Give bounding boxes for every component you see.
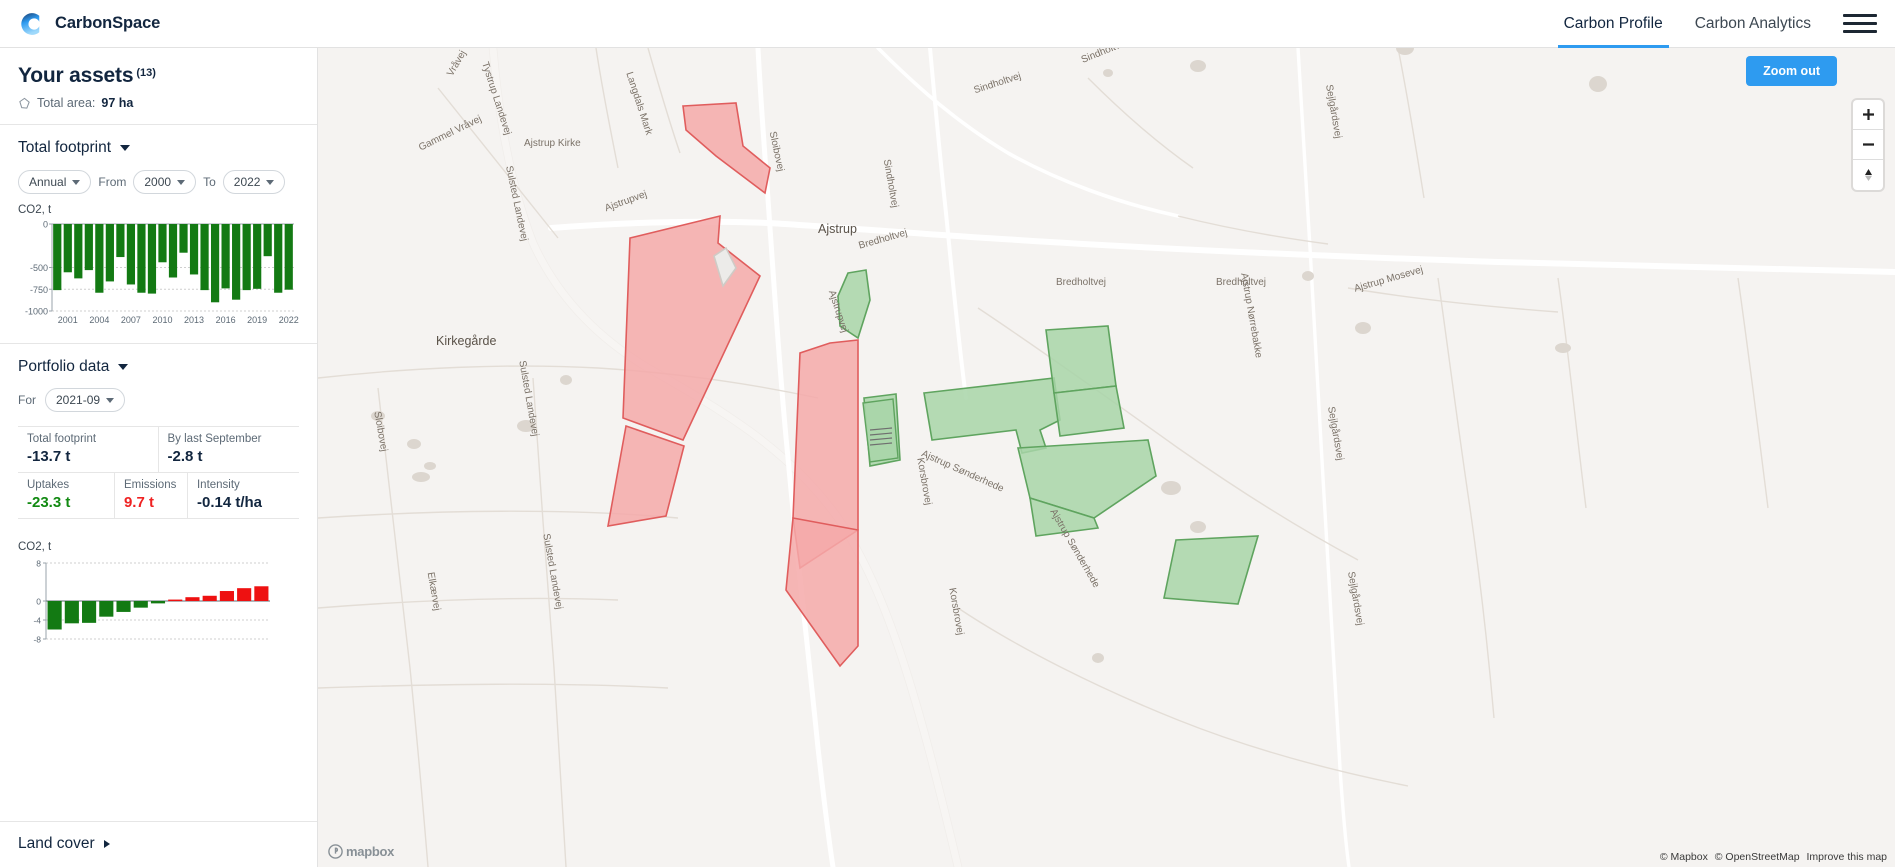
portfolio-waterfall-chart[interactable]: 8 0 -4 -8: [0, 555, 317, 651]
metric-label: By last September: [167, 433, 262, 445]
svg-text:2010: 2010: [152, 315, 172, 325]
svg-text:-1000: -1000: [25, 307, 48, 317]
zoom-out-button[interactable]: Zoom out: [1746, 56, 1837, 86]
tab-carbon-analytics[interactable]: Carbon Analytics: [1679, 0, 1827, 48]
section-land-cover-header[interactable]: Land cover: [0, 821, 317, 867]
period-select-value: Annual: [29, 175, 67, 189]
carbonspace-logo-icon: [21, 12, 40, 35]
footprint-filters: Annual From 2000 To 2022: [0, 157, 317, 194]
svg-text:-750: -750: [30, 285, 48, 295]
metric-value: -2.8 t: [167, 448, 203, 465]
left-sidebar: Your assets (13) Total area: 97 ha Total …: [0, 48, 318, 867]
section-portfolio-data-header[interactable]: Portfolio data: [0, 344, 317, 376]
portfolio-axis-unit: CO2, t: [18, 541, 52, 553]
hamburger-menu-icon[interactable]: [1843, 7, 1877, 41]
assets-count: (13): [136, 66, 156, 79]
metric-value: 9.7 t: [123, 494, 154, 511]
svg-text:2013: 2013: [184, 315, 204, 325]
svg-text:2022: 2022: [279, 315, 299, 325]
zoom-in-icon[interactable]: [1853, 100, 1883, 130]
metric-value: -0.14 t/ha: [196, 494, 263, 511]
total-area-label: Total area:: [37, 96, 96, 110]
svg-text:2001: 2001: [58, 315, 78, 325]
chevron-down-icon: [106, 397, 115, 403]
chevron-down-icon: [266, 179, 275, 185]
period-select[interactable]: Annual: [18, 170, 92, 194]
metric-label: Total footprint: [27, 433, 97, 445]
metric-label: Uptakes: [27, 479, 70, 491]
svg-text:2007: 2007: [121, 315, 141, 325]
svg-text:-4: -4: [33, 616, 41, 626]
total-footprint-chart-svg: 0 -500 -750 -1000 2001 2004 2007 2010 2013 2016 20…: [25, 220, 299, 326]
map-canvas[interactable]: Ajstrup Kirkegårde Vråvej Tystrup Landev…: [318, 48, 1895, 867]
attribution-osm[interactable]: © OpenStreetMap: [1715, 851, 1800, 863]
section-title-land-cover: Land cover: [18, 835, 95, 852]
main-nav: Carbon Profile Carbon Analytics: [1548, 0, 1895, 48]
compass-icon[interactable]: [1853, 160, 1883, 190]
brand-logo-group[interactable]: CarbonSpace: [0, 9, 160, 39]
section-total-footprint-header[interactable]: Total footprint: [0, 125, 317, 157]
portfolio-waterfall-chart-svg: 8 0 -4 -8: [33, 559, 270, 645]
metric-emissions: Emissions 9.7 t: [115, 473, 188, 518]
for-label: For: [18, 393, 36, 407]
svg-text:0: 0: [43, 220, 48, 230]
metric-value: -13.7 t: [27, 448, 71, 465]
footprint-axis-unit: CO2, t: [18, 204, 52, 216]
from-year-select[interactable]: 2000: [133, 170, 197, 194]
mapbox-logo-text: mapbox: [346, 844, 395, 859]
section-title-portfolio-data: Portfolio data: [18, 358, 110, 375]
chevron-down-icon: [72, 179, 81, 185]
to-year-select[interactable]: 2022: [222, 170, 286, 194]
total-area-value: 97 ha: [101, 96, 134, 110]
metric-value: -23.3 t: [27, 494, 71, 511]
svg-text:0: 0: [36, 597, 41, 607]
top-navigation-bar: CarbonSpace Carbon Profile Carbon Analyt…: [0, 0, 1895, 48]
attribution-improve[interactable]: Improve this map: [1806, 851, 1887, 863]
app-root: CarbonSpace Carbon Profile Carbon Analyt…: [0, 0, 1895, 867]
map-vector-layer: [318, 48, 1895, 867]
from-year-value: 2000: [144, 175, 172, 189]
assets-header: Your assets (13) Total area: 97 ha: [0, 48, 317, 124]
chevron-right-icon[interactable]: [103, 840, 110, 848]
svg-text:2019: 2019: [247, 315, 267, 325]
tab-carbon-profile[interactable]: Carbon Profile: [1548, 0, 1679, 48]
table-row: Uptakes -23.3 t Emissions 9.7 t Intensit…: [18, 473, 299, 519]
metric-total-footprint: Total footprint -13.7 t: [18, 427, 159, 472]
brand-name: CarbonSpace: [55, 14, 161, 32]
zoom-out-icon[interactable]: [1853, 130, 1883, 160]
chevron-down-icon[interactable]: [120, 145, 131, 151]
area-polygon-icon: [19, 97, 30, 109]
total-area-row: Total area: 97 ha: [18, 96, 299, 110]
chevron-down-icon: [177, 179, 186, 185]
svg-text:-8: -8: [33, 635, 41, 645]
section-title-total-footprint: Total footprint: [18, 139, 112, 156]
metric-intensity: Intensity -0.14 t/ha: [188, 473, 299, 518]
total-footprint-chart[interactable]: 0 -500 -750 -1000 2001 2004 2007 2010 2013 2016 20…: [0, 218, 317, 333]
svg-text:2016: 2016: [216, 315, 236, 325]
portfolio-period-row: For 2021-09: [0, 376, 317, 412]
svg-text:2004: 2004: [89, 315, 109, 325]
to-label: To: [203, 175, 216, 189]
portfolio-month-value: 2021-09: [56, 393, 101, 407]
table-row: Total footprint -13.7 t By last Septembe…: [18, 427, 299, 473]
portfolio-metrics-table: Total footprint -13.7 t By last Septembe…: [18, 426, 299, 519]
svg-text:8: 8: [36, 559, 41, 569]
portfolio-month-select[interactable]: 2021-09: [45, 388, 126, 412]
svg-text:-500: -500: [30, 263, 48, 273]
from-label: From: [98, 175, 127, 189]
to-year-value: 2022: [233, 175, 261, 189]
metric-label: Intensity: [196, 479, 240, 491]
metric-by-last-september: By last September -2.8 t: [159, 427, 300, 472]
metric-uptakes: Uptakes -23.3 t: [18, 473, 115, 518]
map-zoom-controls: [1853, 100, 1883, 190]
metric-label: Emissions: [123, 479, 177, 491]
map-attribution: © Mapbox © OpenStreetMap Improve this ma…: [1656, 851, 1887, 863]
page-title: Your assets: [18, 64, 134, 87]
mapbox-logo-icon[interactable]: mapbox: [328, 844, 394, 859]
chevron-down-icon[interactable]: [118, 364, 129, 370]
attribution-mapbox[interactable]: © Mapbox: [1660, 851, 1708, 863]
